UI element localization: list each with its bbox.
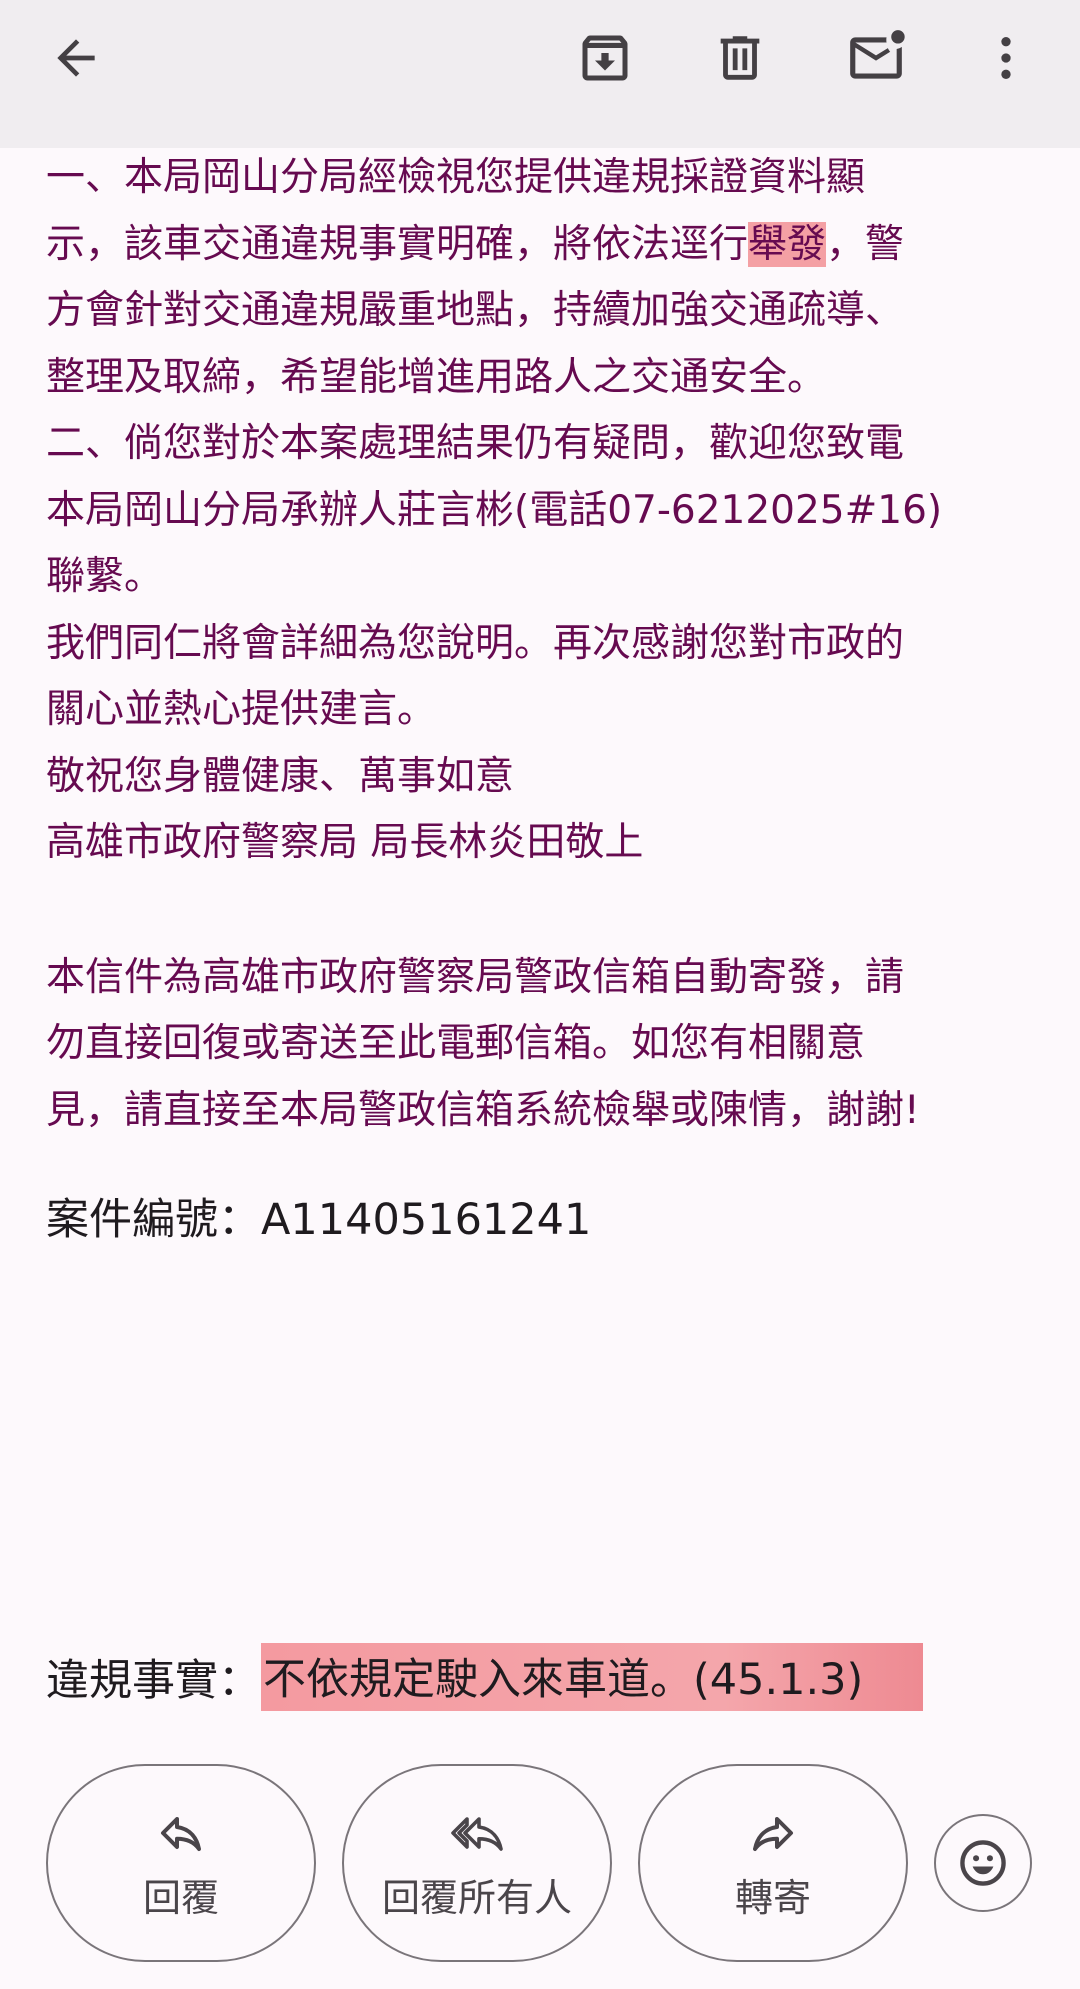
auto-notice-paragraph: 本信件為高雄市政府警察局警政信箱自動寄發，請 勿直接回復或寄送至此電郵信箱。如您… [46,945,1046,1145]
trash-icon [720,36,760,80]
violation-label: 違規事實： [46,1656,261,1706]
reply-label: 回覆 [142,1875,219,1920]
violation-line: 違規事實： 不依規定駛入來車道。(45.1.3) [46,1643,924,1711]
body-line: 關心並熱心提供建言。 [46,687,437,732]
mail-unread-icon [850,30,905,79]
reply-icon [161,1816,201,1851]
search-highlight: 舉發 [748,221,827,267]
back-button[interactable] [28,10,124,106]
violation-text: 不依規定駛入來車道。(45.1.3) [261,1643,924,1711]
delete-button[interactable] [692,10,788,106]
notice-line: 勿直接回復或寄送至此電郵信箱。如您有相關意 [46,1021,866,1066]
reply-all-icon [451,1816,503,1851]
forward-icon [753,1816,793,1851]
reply-button[interactable]: 回覆 [46,1764,316,1962]
more-options-button[interactable] [958,10,1054,106]
body-line: 示，該車交通違規事實明確，將依法逕行舉發，警 [46,221,905,267]
arrow-back-icon [57,39,95,77]
case-number-label: 案件編號： [46,1195,261,1245]
mark-unread-button[interactable] [828,10,924,106]
body-line: 我們同仁將會詳細為您說明。再次感謝您對市政的 [46,620,905,666]
archive-button[interactable] [557,10,653,106]
case-number-value: A11405161241 [261,1195,592,1245]
body-line: 二、倘您對於本案處理結果仍有疑問，歡迎您致電 [46,421,905,466]
archive-icon [582,35,628,81]
emoji-reaction-button[interactable] [934,1814,1032,1912]
reply-all-label: 回覆所有人 [381,1875,572,1920]
body-line: 一、本局岡山分局經檢視您提供違規採證資料顯 [46,155,866,200]
reply-all-button[interactable]: 回覆所有人 [342,1764,612,1962]
case-number-line: 案件編號：A11405161241 [46,1185,591,1247]
more-vert-icon [1001,37,1011,79]
body-line: 聯繫。 [46,554,164,599]
signature-line: 高雄市政府警察局 局長林炎田敬上 [46,820,644,865]
notice-line: 見，請直接至本局警政信箱系統檢舉或陳情，謝謝! [46,1087,920,1133]
body-line: 整理及取締，希望能增進用路人之交通安全。 [46,354,827,400]
body-line: 方會針對交通違規嚴重地點，持續加強交通疏導、 [46,288,905,333]
body-line: 敬祝您身體健康、萬事如意 [46,753,515,799]
forward-button[interactable]: 轉寄 [638,1764,908,1962]
emoji-smile-icon [960,1840,1006,1886]
email-body: 一、本局岡山分局經檢視您提供違規採證資料顯 示，該車交通違規事實明確，將依法逕行… [46,145,1046,1144]
notice-line: 本信件為高雄市政府警察局警政信箱自動寄發，請 [46,954,905,1000]
forward-label: 轉寄 [734,1875,811,1920]
body-line: 本局岡山分局承辦人莊言彬(電話07-6212025#16) [46,487,943,533]
top-app-bar [0,0,1080,148]
reply-paragraph: 一、本局岡山分局經檢視您提供違規採證資料顯 示，該車交通違規事實明確，將依法逕行… [46,145,1046,877]
